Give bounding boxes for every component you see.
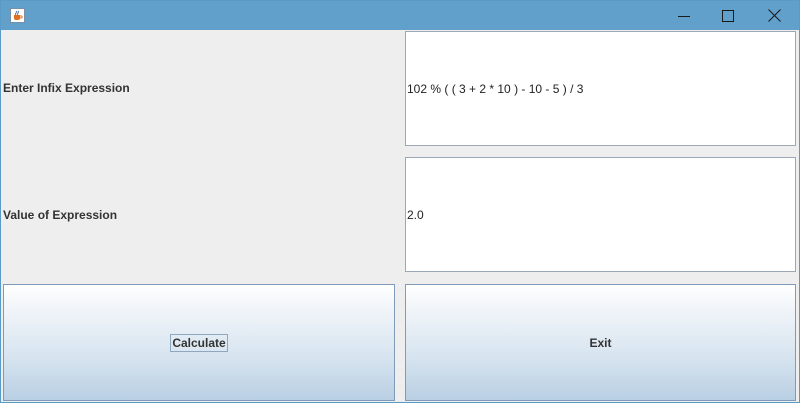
calculate-button-label: Calculate: [170, 333, 228, 352]
minimize-button[interactable]: [661, 1, 707, 30]
title-bar[interactable]: [1, 1, 799, 30]
close-button[interactable]: [751, 1, 797, 30]
exit-button-label: Exit: [589, 335, 612, 350]
close-icon: [767, 9, 781, 22]
infix-expression-label: Enter Infix Expression: [3, 81, 130, 95]
expression-value-field[interactable]: 2.0: [405, 157, 796, 272]
java-cup-icon[interactable]: [10, 8, 25, 23]
minimize-icon: [678, 15, 690, 17]
maximize-icon: [722, 9, 734, 22]
app-window: Enter Infix Expression 102 % ( ( 3 + 2 *…: [0, 0, 800, 403]
exit-button[interactable]: Exit: [405, 284, 796, 401]
infix-expression-input[interactable]: 102 % ( ( 3 + 2 * 10 ) - 10 - 5 ) / 3: [405, 31, 796, 146]
expression-value-label: Value of Expression: [3, 208, 118, 222]
form-panel: Enter Infix Expression 102 % ( ( 3 + 2 *…: [1, 30, 799, 402]
maximize-button[interactable]: [705, 1, 751, 30]
calculate-button[interactable]: Calculate: [3, 284, 395, 401]
